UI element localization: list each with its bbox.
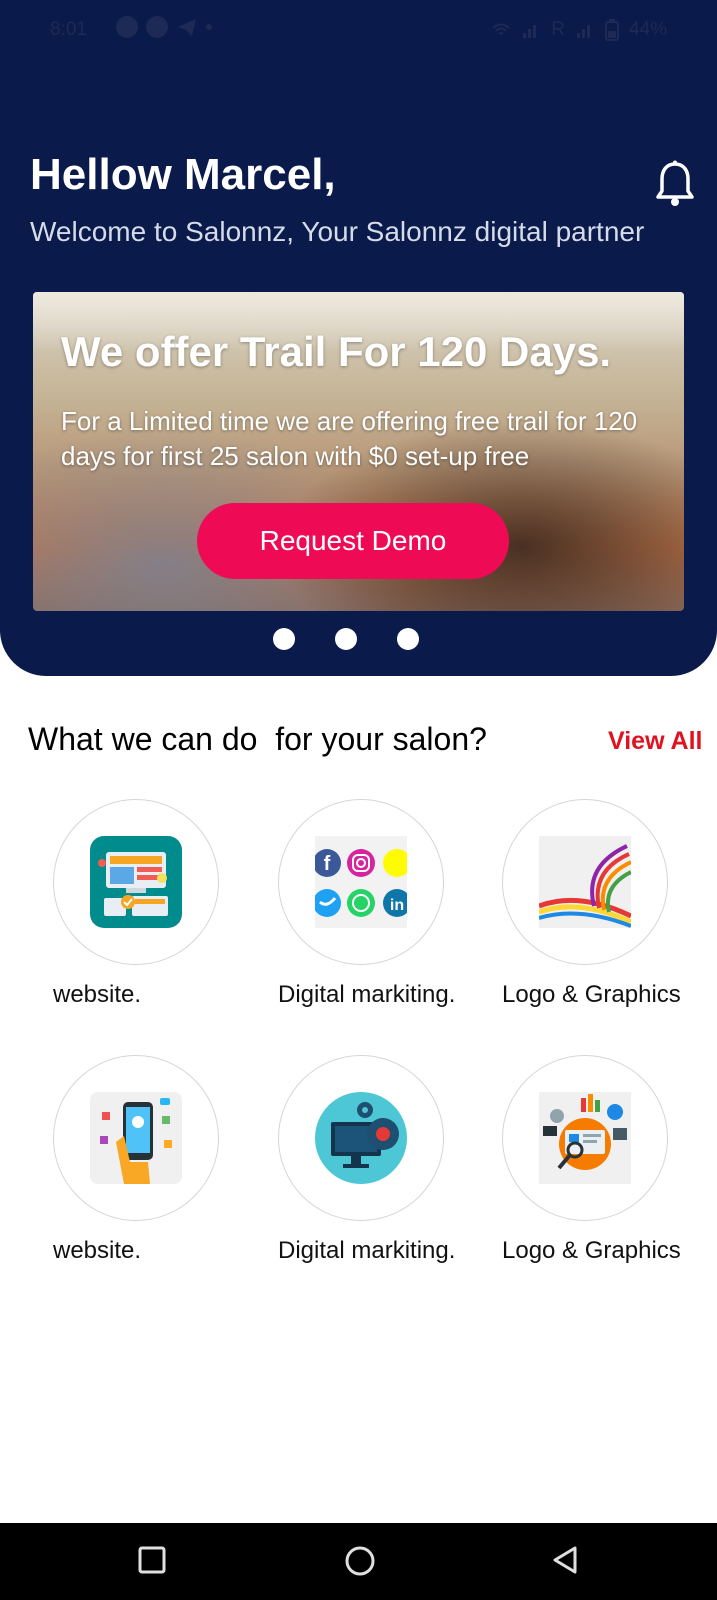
notification-icons [116, 16, 212, 38]
telegram-notification-icon [178, 19, 196, 36]
service-icon-circle [53, 1055, 219, 1221]
home-icon[interactable] [344, 1545, 376, 1577]
banner-text: For a Limited time we are offering free … [61, 406, 638, 471]
service-icon-circle: f in [278, 799, 444, 965]
service-label: Digital markiting. [278, 981, 456, 1008]
service-icon-circle [502, 799, 668, 965]
notification-bell-icon[interactable] [655, 160, 695, 210]
status-bar: 8:01 R 44% [0, 0, 717, 60]
social-media-icon: f in [315, 836, 407, 928]
service-card-logo-graphics[interactable]: Logo & Graphics [502, 1055, 702, 1264]
svg-text:f: f [324, 853, 331, 875]
system-icons: R 44% [491, 19, 667, 41]
message-notification-icon [146, 16, 168, 38]
service-card-website[interactable]: website. [53, 799, 253, 1008]
signal-icon-2 [576, 25, 590, 38]
signal-icon [523, 25, 537, 38]
monitor-gears-icon [315, 1092, 407, 1184]
website-icon [90, 836, 182, 928]
header-panel: 8:01 R 44% Hellow Marcel, Welcome to Sal… [0, 0, 717, 676]
battery-icon [604, 19, 619, 41]
service-card-logo-graphics[interactable]: Logo & Graphics [502, 799, 702, 1008]
view-all-link[interactable]: View All [608, 727, 702, 756]
services-section-title: What we can do for your salon? [28, 721, 487, 757]
service-label: Logo & Graphics [502, 981, 681, 1008]
request-demo-button[interactable]: Request Demo [197, 503, 509, 579]
service-label: website. [53, 1237, 142, 1264]
service-icon-circle [53, 799, 219, 965]
pager-dot[interactable] [335, 628, 357, 650]
service-icon-circle [502, 1055, 668, 1221]
service-card-digital-marketing[interactable]: f in Digital markiting. [278, 799, 478, 1008]
carousel-pagination [273, 628, 419, 650]
welcome-subtitle: Welcome to Salonnz, Your Salonnz digital… [30, 216, 645, 247]
mobile-app-icon [90, 1092, 182, 1184]
service-label: Logo & Graphics [502, 1237, 681, 1264]
service-card-website[interactable]: website. [53, 1055, 253, 1264]
pager-dot[interactable] [273, 628, 295, 650]
analytics-icon [539, 1092, 631, 1184]
wifi-icon [492, 23, 510, 35]
banner-title: We offer Trail For 120 Days. [61, 328, 612, 375]
battery-percent: 44% [628, 19, 667, 40]
svg-text:in: in [390, 897, 404, 914]
back-icon[interactable] [551, 1545, 579, 1575]
more-notifications-icon [206, 24, 212, 30]
greeting-title: Hellow Marcel, [30, 150, 336, 199]
status-time: 8:01 [50, 19, 87, 40]
service-label: website. [53, 981, 142, 1008]
recent-apps-icon[interactable] [137, 1545, 167, 1575]
color-swirl-logo-icon [539, 836, 631, 928]
system-navigation-bar [0, 1523, 717, 1600]
service-icon-circle [278, 1055, 444, 1221]
service-card-digital-marketing[interactable]: Digital markiting. [278, 1055, 478, 1264]
whatsapp-notification-icon [116, 16, 138, 38]
roaming-indicator: R [551, 19, 565, 40]
service-label: Digital markiting. [278, 1237, 456, 1264]
pager-dot[interactable] [397, 628, 419, 650]
